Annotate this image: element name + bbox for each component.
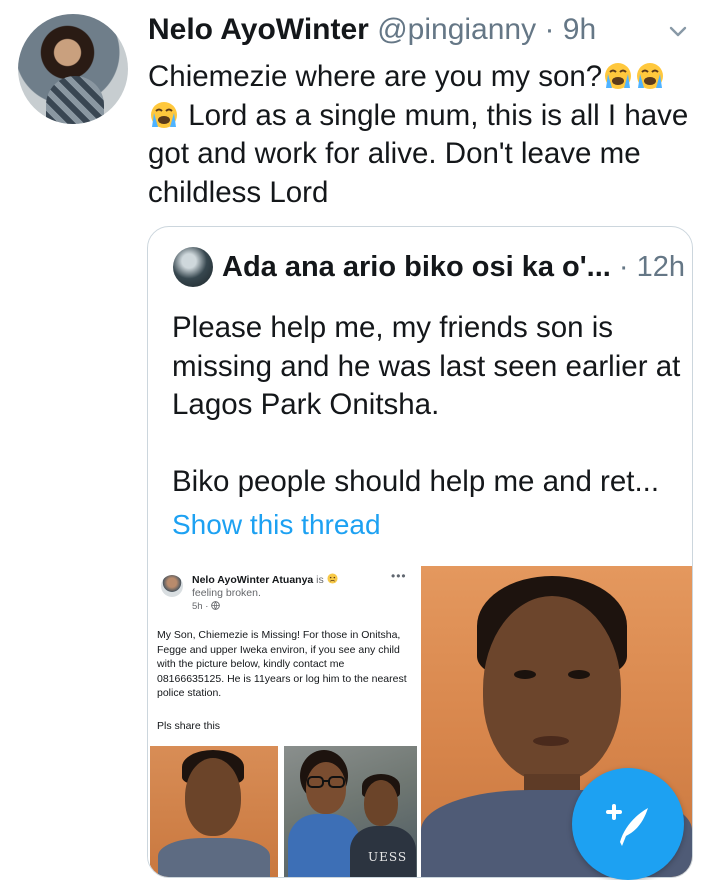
loudly-crying-face-icon <box>605 63 632 89</box>
quoted-tweet-header: Ada ana ario biko osi ka o'... · 12h <box>222 247 685 287</box>
facebook-post-screenshot[interactable]: Nelo AyoWinter Atuanya is feeling broken… <box>148 566 419 877</box>
eyeglasses-icon <box>307 776 345 788</box>
tweet-time[interactable]: 9h <box>563 13 596 46</box>
author-name[interactable]: Nelo AyoWinter <box>148 13 369 46</box>
shirt-print-text: UESS <box>368 850 408 864</box>
facebook-time-text: 5h · <box>192 601 212 612</box>
quoted-tweet-text: Please help me, my friends son is missin… <box>172 311 681 498</box>
compose-tweet-button[interactable] <box>572 768 684 880</box>
facebook-share-text: Pls share this <box>157 720 221 732</box>
quoted-author-avatar[interactable] <box>173 247 213 287</box>
loudly-crying-face-icon <box>637 63 664 89</box>
missing-boy-photo-small <box>150 746 278 877</box>
quoted-header-separator: · <box>610 251 637 283</box>
header-separator: · <box>536 13 563 46</box>
chevron-down-icon[interactable] <box>668 22 688 42</box>
compose-tweet-icon <box>606 804 648 846</box>
tweet-text-line1: Chiemezie where are you my son? <box>148 60 603 93</box>
facebook-post-body: My Son, Chiemezie is Missing! For those … <box>157 629 407 699</box>
quoted-tweet-time[interactable]: 12h <box>637 251 685 283</box>
author-avatar[interactable] <box>18 14 128 124</box>
tweet-text: Chiemezie where are you my son? Lord as … <box>148 58 696 212</box>
quoted-author-name[interactable]: Ada ana ario biko osi ka o'... <box>222 251 611 283</box>
sad-face-icon <box>327 573 338 584</box>
facebook-feeling: feeling broken. <box>192 587 261 599</box>
globe-icon <box>211 601 220 610</box>
loudly-crying-face-icon <box>151 101 177 128</box>
facebook-post-header: Nelo AyoWinter Atuanya is feeling broken… <box>192 573 382 613</box>
tweet-text-body: Lord as a single mum, this is all I have… <box>148 98 689 209</box>
facebook-more-options-icon: ••• <box>391 569 407 583</box>
tweet-header: Nelo AyoWinter @pingianny · 9h <box>148 10 596 50</box>
show-thread-link[interactable]: Show this thread <box>172 509 381 541</box>
facebook-author-avatar <box>161 575 183 597</box>
facebook-author-name: Nelo AyoWinter Atuanya <box>192 574 314 586</box>
mother-and-son-photo: UESS <box>284 746 417 877</box>
facebook-post-time: 5h · <box>192 600 382 613</box>
facebook-is-word: is <box>313 574 327 586</box>
author-handle[interactable]: @pingianny <box>377 13 536 46</box>
